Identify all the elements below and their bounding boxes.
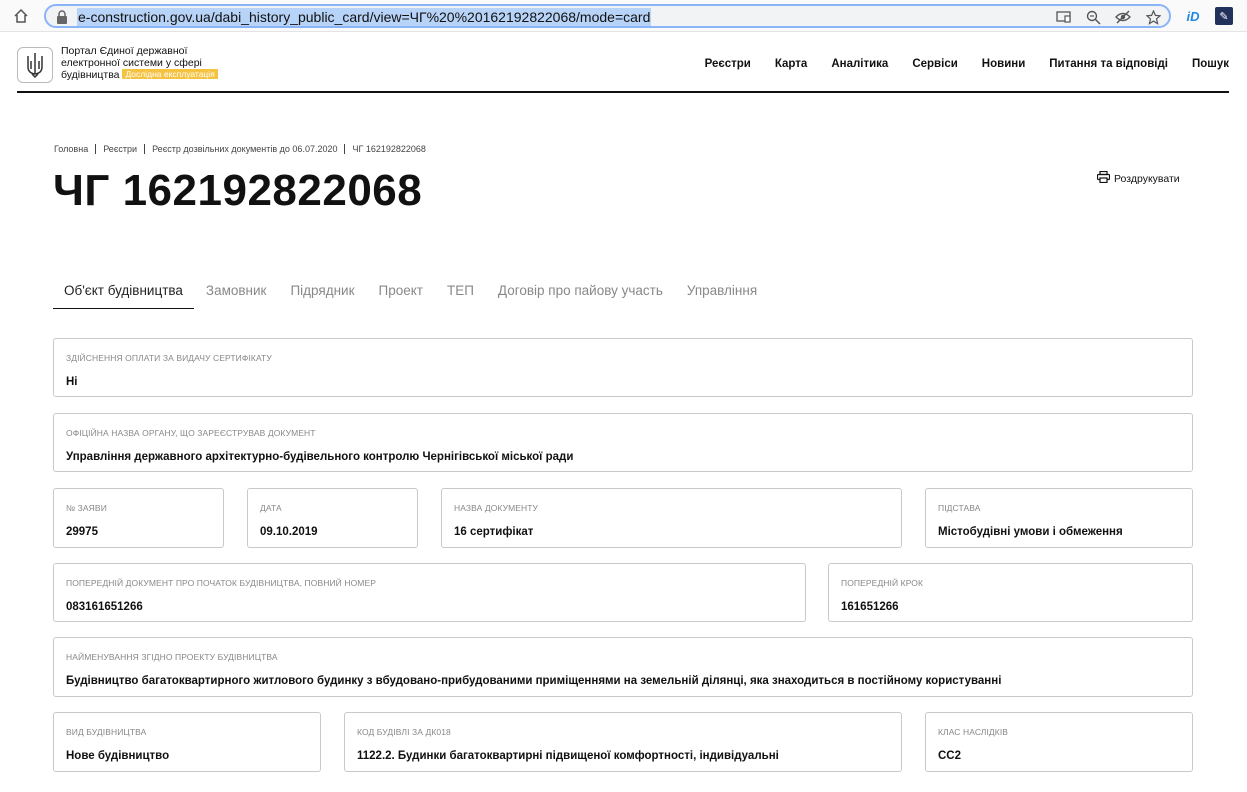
- breadcrumb: Головна Реєстри Реєстр дозвільних докуме…: [54, 144, 426, 154]
- breadcrumb-separator: [95, 144, 97, 154]
- tab-project[interactable]: Проект: [366, 283, 434, 309]
- field-label: Попередній документ про початок будівниц…: [66, 578, 377, 588]
- field-label: Код будівлі за ДК018: [357, 727, 451, 737]
- page-title: ЧГ 162192822068: [53, 166, 423, 215]
- field-label: Назва документу: [454, 503, 539, 513]
- field-label: Підстава: [938, 503, 981, 513]
- breadcrumb-current: ЧГ 162192822068: [352, 144, 426, 154]
- nav-analytics[interactable]: Аналітика: [831, 58, 888, 70]
- field-previous-document: Попередній документ про початок будівниц…: [53, 563, 806, 622]
- field-label: Офіційна назва органу, що зареєстрував д…: [66, 428, 316, 438]
- nav-search[interactable]: Пошук: [1192, 58, 1229, 70]
- field-consequence-class: Клас наслідків СС2: [925, 712, 1193, 772]
- bookmark-star-icon[interactable]: [1145, 9, 1161, 25]
- breadcrumb-separator: [144, 144, 146, 154]
- field-value: Будівництво багатоквартирного житлового …: [66, 675, 1002, 687]
- beta-badge: Дослідна експлуатація: [122, 69, 218, 79]
- nav-registries[interactable]: Реєстри: [705, 58, 751, 70]
- field-value: 09.10.2019: [260, 526, 318, 538]
- field-label: Дата: [260, 503, 282, 513]
- field-authority: Офіційна назва органу, що зареєстрував д…: [53, 413, 1193, 472]
- tabs: Об'єкт будівництва Замовник Підрядник Пр…: [53, 283, 769, 309]
- field-value: 16 сертифікат: [454, 526, 534, 538]
- breadcrumb-separator: [344, 144, 346, 154]
- field-date: Дата 09.10.2019: [247, 488, 418, 548]
- field-value: 161651266: [841, 601, 899, 613]
- field-project-name: Найменування згідно проекту будівництва …: [53, 637, 1193, 697]
- breadcrumb-home[interactable]: Головна: [54, 144, 88, 154]
- tab-management[interactable]: Управління: [675, 283, 769, 309]
- field-previous-step: Попередній крок 161651266: [828, 563, 1193, 622]
- printer-icon: [1096, 170, 1111, 186]
- cast-icon[interactable]: [1055, 9, 1071, 25]
- field-label: Здійснення оплати за видачу сертифікату: [66, 353, 272, 363]
- field-payment: Здійснення оплати за видачу сертифікату …: [53, 338, 1193, 397]
- field-label: Вид будівництва: [66, 727, 147, 737]
- tab-tep[interactable]: ТЕП: [435, 283, 486, 309]
- field-value: Управління державного архітектурно-будів…: [66, 451, 574, 463]
- field-value: Містобудівні умови і обмеження: [938, 526, 1123, 538]
- extension-icon[interactable]: ✎: [1215, 7, 1233, 25]
- trident-logo-icon[interactable]: [17, 47, 53, 83]
- site-header: Портал Єдиної державної електронної сист…: [17, 40, 1229, 93]
- field-value: СС2: [938, 750, 962, 762]
- address-bar[interactable]: e-construction.gov.ua/dabi_history_publi…: [44, 4, 1171, 28]
- zoom-icon[interactable]: [1085, 9, 1101, 25]
- main-nav: Реєстри Карта Аналітика Сервіси Новини П…: [705, 58, 1229, 70]
- print-button[interactable]: Роздрукувати: [1096, 170, 1180, 186]
- browser-toolbar: e-construction.gov.ua/dabi_history_publi…: [0, 0, 1247, 32]
- field-label: Найменування згідно проекту будівництва: [66, 652, 278, 662]
- tab-customer[interactable]: Замовник: [194, 283, 279, 309]
- field-building-code: Код будівлі за ДК018 1122.2. Будинки баг…: [344, 712, 902, 772]
- field-value: 29975: [66, 526, 98, 538]
- field-label: № заяви: [66, 503, 107, 513]
- field-value: 083161651266: [66, 601, 143, 613]
- portal-title[interactable]: Портал Єдиної державної електронної сист…: [61, 45, 241, 81]
- field-construction-type: Вид будівництва Нове будівництво: [53, 712, 321, 772]
- field-application-no: № заяви 29975: [53, 488, 224, 548]
- field-label: Попередній крок: [841, 578, 924, 588]
- breadcrumb-registry[interactable]: Реєстр дозвільних документів до 06.07.20…: [152, 144, 337, 154]
- eye-off-icon[interactable]: [1115, 9, 1131, 25]
- field-document-name: Назва документу 16 сертифікат: [441, 488, 902, 548]
- tab-object[interactable]: Об'єкт будівництва: [53, 283, 194, 309]
- extension-id-icon[interactable]: iD: [1184, 7, 1202, 25]
- nav-news[interactable]: Новини: [982, 58, 1025, 70]
- field-basis: Підстава Містобудівні умови і обмеження: [925, 488, 1193, 548]
- field-value: Ні: [66, 376, 78, 388]
- url-text[interactable]: e-construction.gov.ua/dabi_history_publi…: [77, 8, 652, 26]
- lock-icon[interactable]: [56, 10, 68, 24]
- tab-shared-participation[interactable]: Договір про пайову участь: [486, 283, 675, 309]
- breadcrumb-registries[interactable]: Реєстри: [103, 144, 137, 154]
- print-label: Роздрукувати: [1114, 172, 1180, 185]
- home-icon[interactable]: [12, 7, 30, 25]
- nav-faq[interactable]: Питання та відповіді: [1049, 58, 1168, 70]
- nav-map[interactable]: Карта: [775, 58, 807, 70]
- field-label: Клас наслідків: [938, 727, 1009, 737]
- field-value: Нове будівництво: [66, 750, 170, 762]
- field-value: 1122.2. Будинки багатоквартирні підвищен…: [357, 750, 779, 762]
- nav-services[interactable]: Сервіси: [912, 58, 957, 70]
- tab-contractor[interactable]: Підрядник: [278, 283, 366, 309]
